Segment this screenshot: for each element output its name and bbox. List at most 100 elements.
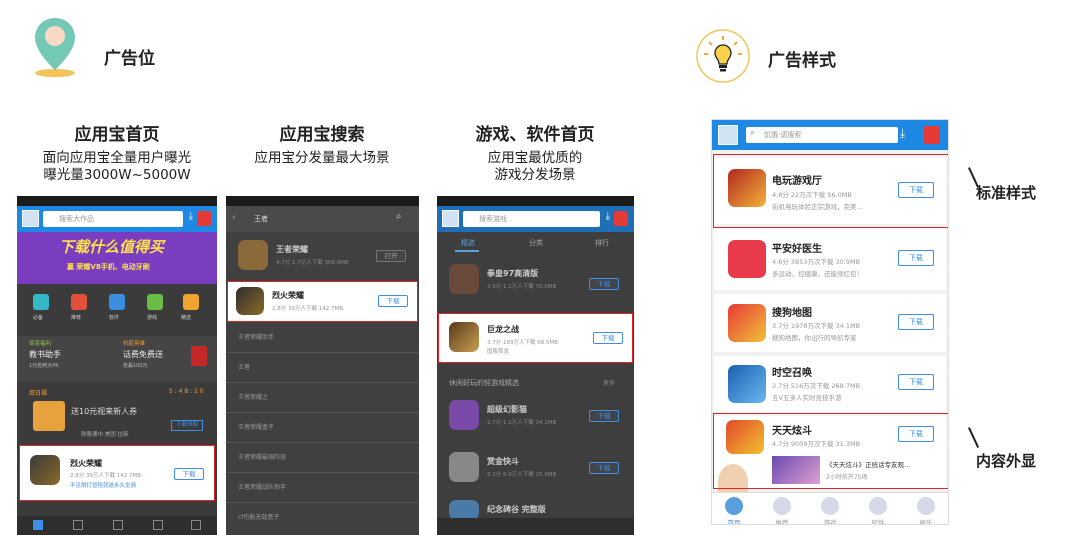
ad-slot-home[interactable]: 烈火荣耀 2.8分 39万人下载 142.7MB 不见倒打冒险就送永久坐骑 下载 xyxy=(19,445,215,501)
section-label: 休闲好玩的轻游戏精选 xyxy=(449,379,519,387)
tab-entertainment[interactable]: 娱乐 xyxy=(906,497,946,525)
back-icon[interactable]: ‹ xyxy=(232,213,236,223)
suggestion-item[interactable]: 王者荣耀战队助手 xyxy=(238,482,286,491)
ad-slot-games[interactable]: 巨龙之战 3.7分 189万人下载 68.5MB 国服首发 下载 xyxy=(438,313,633,363)
app-icon xyxy=(449,400,479,430)
download-button[interactable]: 下载 xyxy=(589,462,619,474)
download-icon[interactable]: ⤓ xyxy=(900,126,905,141)
suggestion-item[interactable]: 王者荣耀助手 xyxy=(238,332,274,341)
banner-text: 下载什么值得买 xyxy=(59,238,165,256)
ad-download-button[interactable]: 下载 xyxy=(378,295,408,307)
tab-games[interactable]: 游戏 xyxy=(810,497,850,524)
app-card[interactable]: 时空召唤 3.7分 516万次下载 268.7MB 五V五多人实时竞技手游 下载 xyxy=(714,356,946,412)
banner-sub: 赢 荣耀V8手机、电动牙刷 xyxy=(67,263,150,271)
download-button[interactable]: 下载 xyxy=(589,410,619,422)
tab-category[interactable]: 分类 xyxy=(529,238,543,248)
section-more-link[interactable]: 更多 xyxy=(603,378,615,387)
download-icon[interactable]: ⤓ xyxy=(606,211,610,222)
icon-software[interactable] xyxy=(109,294,125,310)
app-meta: 3.7分 516万次下载 268.7MB xyxy=(772,382,861,390)
promo-right-sub: 抢赢100元 xyxy=(123,363,148,369)
download-button[interactable]: 下载 xyxy=(898,314,934,330)
banner[interactable]: 下载什么值得买 赢 荣耀V8手机、电动牙刷 xyxy=(17,232,217,284)
app-card[interactable]: 平安好医生 4.6分 3853万次下载 30.9MB 多运动，控健康，还能领红包… xyxy=(714,228,946,290)
divider xyxy=(226,382,419,383)
icon-essentials[interactable] xyxy=(33,294,49,310)
icon-label: 精选 xyxy=(181,315,192,321)
coupon-button[interactable]: 下载领取 xyxy=(171,420,203,431)
result-meta: 4.7分 1.7亿人下载 308.9MB xyxy=(276,260,349,266)
search-icon[interactable]: ⌕ xyxy=(396,211,402,222)
suggestion-item[interactable]: 王者 xyxy=(238,362,250,371)
game-name: 拳皇97高清版 xyxy=(487,269,539,278)
promo-right-name: 话费免费送 xyxy=(123,350,163,359)
icon-recommend[interactable] xyxy=(71,294,87,310)
home-tab-icon[interactable] xyxy=(33,520,43,530)
red-packet-icon xyxy=(191,346,207,366)
column-sub-games-1: 应用宝最优质的 xyxy=(487,150,583,166)
icon-label: 推荐 xyxy=(71,315,82,321)
icon-featured[interactable] xyxy=(183,294,199,310)
download-button[interactable]: 下载 xyxy=(898,250,934,266)
app-name: 时空召唤 xyxy=(772,368,812,379)
tab-label: 娱乐 xyxy=(919,519,933,525)
search-icon: ⌕ xyxy=(750,128,756,138)
promo-right[interactable]: 抗疫英雄 话费免费送 抢赢100元 xyxy=(117,336,217,382)
ad-app-name: 烈火荣耀 xyxy=(70,459,102,468)
ad-slot-search[interactable]: 烈火荣耀 2.8分 39万人下载 142.7MB 下载 xyxy=(227,281,418,322)
search-input[interactable]: 搜索大作品 xyxy=(43,211,183,227)
open-button[interactable]: 打开 xyxy=(376,250,406,262)
app-icon xyxy=(449,500,479,520)
tab-icon[interactable] xyxy=(73,520,83,530)
ad-app-desc: 不见倒打冒险就送永久坐骑 xyxy=(70,483,137,489)
search-query[interactable]: 王者 xyxy=(254,214,268,224)
suggestion-item[interactable]: 王者荣耀盒子 xyxy=(238,422,274,431)
tab-label: 推荐 xyxy=(775,519,789,525)
ad-download-button[interactable]: 下载 xyxy=(593,332,623,344)
ad-app-meta: 2.8分 39万人下载 142.7MB xyxy=(70,473,142,479)
coupon-title: 送10元视来新人券 xyxy=(71,407,138,416)
game-name: 赏金快斗 xyxy=(487,457,519,466)
standard-style-frame xyxy=(713,154,948,228)
avatar[interactable] xyxy=(442,210,459,227)
icon-label: 必备 xyxy=(33,315,44,321)
gift-bag-icon[interactable] xyxy=(197,211,211,226)
right-section-title: 广告样式 xyxy=(768,51,836,71)
download-button[interactable]: 下载 xyxy=(589,278,619,290)
suggestion-item[interactable]: cf也能无敌盒子 xyxy=(238,512,279,521)
game-name: 超级幻影猫 xyxy=(487,405,527,414)
content-style-frame xyxy=(713,413,948,489)
map-pin-icon xyxy=(30,14,80,78)
gift-bag-icon[interactable] xyxy=(614,211,628,226)
search-input[interactable]: ⌕ 饥饿·请搜索 xyxy=(746,127,898,143)
app-icon xyxy=(449,452,479,482)
download-button[interactable]: 下载 xyxy=(898,374,934,390)
column-title-home: 应用宝首页 xyxy=(74,125,160,145)
ad-download-button[interactable]: 下载 xyxy=(174,468,204,480)
tab-home[interactable]: 首页 xyxy=(714,497,754,524)
download-icon[interactable]: ⤓ xyxy=(189,211,193,222)
lightbulb-icon xyxy=(695,28,751,84)
icon-games[interactable] xyxy=(147,294,163,310)
tab-featured[interactable]: 精选 xyxy=(461,238,475,248)
tab-ranking[interactable]: 排行 xyxy=(595,238,609,248)
tab-label: 软件 xyxy=(871,519,885,525)
app-card[interactable]: 搜狗地图 3.7分 1978万次下载 34.1MB 搜狗地图，你出行的导航专家 … xyxy=(714,294,946,352)
promo-left[interactable]: 惊喜福利 教书助手 1元抢到大PK xyxy=(17,336,117,382)
tab-icon[interactable] xyxy=(113,520,123,530)
app-desc: 五V五多人实时竞技手游 xyxy=(772,394,842,402)
tab-software[interactable]: 软件 xyxy=(858,497,898,525)
suggestion-item[interactable]: 王者荣耀最强阵容 xyxy=(238,452,286,461)
gift-bag-icon[interactable] xyxy=(924,126,940,144)
search-input[interactable]: 搜索游戏 xyxy=(463,211,600,227)
tab-icon[interactable] xyxy=(153,520,163,530)
avatar[interactable] xyxy=(22,210,39,227)
tab-icon[interactable] xyxy=(191,520,201,530)
ad-app-meta: 2.8分 39万人下载 142.7MB xyxy=(272,306,344,312)
suggestion-item[interactable]: 王者荣耀之 xyxy=(238,392,268,401)
promo-left-title: 惊喜福利 xyxy=(29,341,52,347)
promo-left-name: 教书助手 xyxy=(29,350,61,359)
callout-content-display: 内容外显 xyxy=(976,452,1037,470)
tab-recommend[interactable]: 推荐 xyxy=(762,497,802,525)
avatar[interactable] xyxy=(718,125,738,145)
